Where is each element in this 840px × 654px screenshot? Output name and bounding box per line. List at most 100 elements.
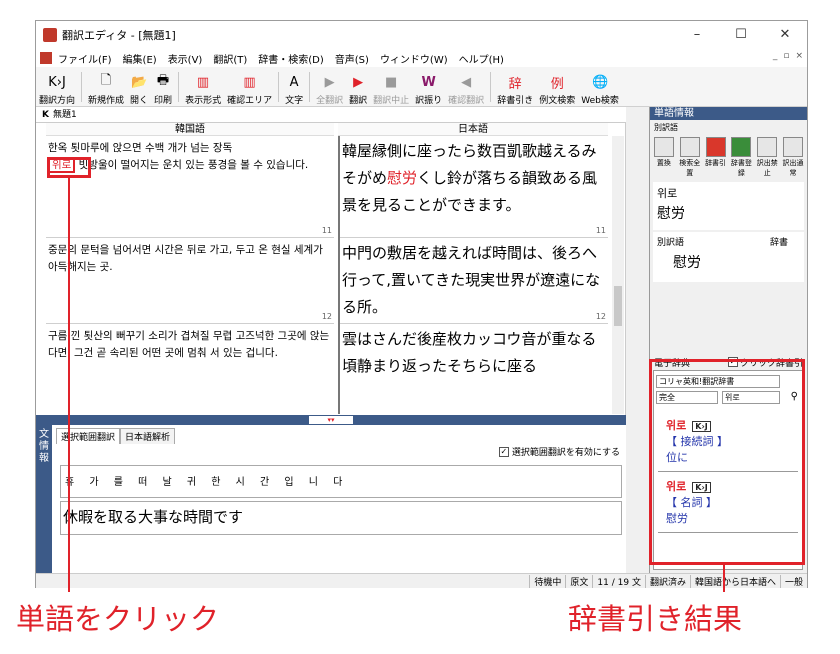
display-format-button[interactable]: ▥ 表示形式 <box>182 68 224 107</box>
korean-segment[interactable]: 구름 낀 툇산의 뻐꾸기 소리가 겹쳐질 무렵 고즈넉한 그곳에 앉는다면, 그… <box>46 324 334 414</box>
panel-splitter[interactable]: ▾▾ <box>36 415 626 425</box>
document-icon[interactable] <box>40 52 52 64</box>
status-bar: 待機中 原文 11 / 19 文 翻訳済み 韓国語から日本語へ 一般 <box>36 573 807 588</box>
menu-help[interactable]: ヘルプ(H) <box>459 51 504 66</box>
editor-scrollbar[interactable] <box>612 136 624 414</box>
register-icon <box>731 137 752 157</box>
maximize-button[interactable]: ☐ <box>719 21 763 49</box>
tab-japanese-analysis[interactable]: 日本語解析 <box>120 428 176 444</box>
translation-editor: 韓国語 日本語 한옥 툇마루에 앉으면 수백 개가 넘는 장독 위로 빗방울이 떨… <box>36 123 626 415</box>
block-icon <box>757 137 778 157</box>
annotation-line-right <box>723 565 725 592</box>
segment-number: 11 <box>321 226 332 235</box>
menu-dictionary[interactable]: 辞書・検索(D) <box>258 51 324 66</box>
scrollbar-thumb[interactable] <box>614 286 622 326</box>
korean-segment[interactable]: 중문의 문턱을 넘어서면 시간은 뒤로 가고, 두고 온 현실 세계가 아득해지… <box>46 238 334 324</box>
selected-word-box: 위로 慰労 <box>653 182 804 230</box>
direction-icon: K›J <box>48 74 66 90</box>
collapse-grip-icon[interactable]: ▾▾ <box>309 416 353 424</box>
translate-all-button[interactable]: ▶ 全翻訳 <box>313 68 346 107</box>
japanese-segment[interactable]: 韓屋縁側に座ったら数百凱歌越えるみそがめ慰労くし鈴が落ちる韻致ある風景を見ること… <box>340 136 608 238</box>
title-bar: 翻訳エディタ - [無題1] – ☐ ✕ <box>36 21 807 49</box>
replace-button[interactable]: 置換 <box>652 137 676 178</box>
korean-segment[interactable]: 한옥 툇마루에 앉으면 수백 개가 넘는 장독 위로 빗방울이 떨어지는 운치 있… <box>46 136 334 238</box>
translation-text-field[interactable]: 休暇を取る大事な時間です <box>60 501 622 535</box>
menu-voice[interactable]: 音声(S) <box>335 51 369 66</box>
status-state: 待機中 <box>529 574 565 588</box>
doc-minimize-button[interactable]: _ <box>773 51 778 61</box>
translated-word[interactable]: 慰労 <box>387 169 417 187</box>
word-info-title: 単語情報 <box>650 107 807 120</box>
example-search-button[interactable]: 例例文検索 <box>536 68 578 107</box>
translate-button[interactable]: ▶ 翻訳 <box>346 68 370 107</box>
source-text-field[interactable]: 휴 가 를 떠 날 귀 한 시 간 입 니 다 <box>60 465 622 498</box>
alt-translation-item[interactable]: 慰労 <box>673 252 800 272</box>
annotation-line-left <box>68 178 70 592</box>
toolbar: K›J 翻訳方向 🗋 新規作成 📂 開く 🖶 印刷 ▥ 表示形式 ▥ 確認エリア A 文字 ▶… <box>36 67 807 107</box>
font-icon: A <box>289 74 299 90</box>
annotation-lookup-result: 辞書引き結果 <box>568 602 743 636</box>
folder-icon: 📂 <box>130 74 148 90</box>
document-tab[interactable]: K 無題1 <box>36 107 626 123</box>
annotation-highlight-word <box>47 157 91 178</box>
layout-icon: ▥ <box>196 74 210 90</box>
doc-close-button[interactable]: × <box>795 51 803 61</box>
globe-icon: 🌐 <box>591 74 609 90</box>
annotation-highlight-results <box>649 359 805 565</box>
alt-translation-label: 別訳語 <box>650 120 807 135</box>
window-title: 翻訳エディタ - [無題1] <box>62 29 176 42</box>
doc-restore-button[interactable]: ▫ <box>783 51 789 61</box>
status-direction: 韓国語から日本語へ <box>689 574 780 588</box>
dictionary-lookup-button[interactable]: 辞辞書引き <box>494 68 536 107</box>
register-button[interactable]: 辞書登録 <box>729 137 753 178</box>
tab-selection-translate[interactable]: 選択範囲翻訳 <box>56 428 121 444</box>
open-button[interactable]: 📂 開く <box>127 68 151 107</box>
checkbox-checked-icon[interactable]: ✓ <box>498 446 509 457</box>
print-button[interactable]: 🖶 印刷 <box>151 68 175 106</box>
status-source: 原文 <box>565 574 592 588</box>
normal-button[interactable]: 訳出通常 <box>781 137 805 178</box>
search-icon <box>679 137 700 157</box>
back-translate-button[interactable]: ◀ 確認翻訳 <box>445 68 487 107</box>
printer-icon: 🖶 <box>156 73 170 88</box>
menu-file[interactable]: ファイル(F) <box>58 51 112 66</box>
japanese-column-header: 日本語 <box>338 123 608 136</box>
close-button[interactable]: ✕ <box>763 21 807 49</box>
stop-button[interactable]: ■ 翻訳中止 <box>370 68 412 107</box>
japanese-segment[interactable]: 雲はさんだ後産枚カッコウ音が重なる頃静まり返ったそちらに座る <box>340 324 608 414</box>
furigana-button[interactable]: W 訳振り <box>412 68 445 107</box>
menu-view[interactable]: 表示(V) <box>168 51 203 66</box>
app-icon <box>43 28 57 42</box>
segment-number: 12 <box>321 312 332 321</box>
font-button[interactable]: A 文字 <box>282 68 306 107</box>
menu-bar: ファイル(F) 編集(E) 表示(V) 翻訳(T) 辞書・検索(D) 音声(S)… <box>36 49 807 67</box>
selected-word: 위로 <box>657 187 678 200</box>
direction-button[interactable]: K›J 翻訳方向 <box>36 68 78 107</box>
status-sentence-count: 11 / 19 文 <box>592 574 645 588</box>
confirm-area-button[interactable]: ▥ 確認エリア <box>224 68 275 107</box>
new-button[interactable]: 🗋 新規作成 <box>85 68 127 106</box>
menu-window[interactable]: ウィンドウ(W) <box>380 51 448 66</box>
menu-edit[interactable]: 編集(E) <box>123 51 157 66</box>
selected-word-translation: 慰労 <box>657 206 685 222</box>
segment-number: 11 <box>595 226 606 235</box>
replace-icon <box>653 137 674 157</box>
korean-column-header: 韓国語 <box>46 123 334 136</box>
segment-number: 12 <box>595 312 606 321</box>
status-translated: 翻訳済み <box>644 574 690 588</box>
web-search-button[interactable]: 🌐 Web検索 <box>578 68 622 107</box>
normal-icon <box>783 137 804 157</box>
menu-translate[interactable]: 翻訳(T) <box>213 51 247 66</box>
lookup-button[interactable]: 辞書引 <box>704 137 728 178</box>
sentence-info-label: 文情報 <box>36 425 52 573</box>
selection-translate-checkbox[interactable]: ✓ 選択範囲翻訳を有効にする <box>498 445 620 458</box>
japanese-segment[interactable]: 中門の敷居を越えれば時間は、後ろへ行って,置いてきた現実世界が遼遠になる所。 1… <box>340 238 608 324</box>
dictionary-icon: 辞 <box>508 76 522 92</box>
dictionary-icon <box>705 137 726 157</box>
block-button[interactable]: 訳出禁止 <box>755 137 779 178</box>
annotation-click-word: 単語をクリック <box>16 602 220 636</box>
search-all-button[interactable]: 検索全置 <box>678 137 702 178</box>
minimize-button[interactable]: – <box>675 21 719 49</box>
japanese-column: 韓屋縁側に座ったら数百凱歌越えるみそがめ慰労くし鈴が落ちる韻致ある風景を見ること… <box>338 136 608 414</box>
alt-translation-list: 別訳語 辞書 慰労 <box>653 232 804 282</box>
